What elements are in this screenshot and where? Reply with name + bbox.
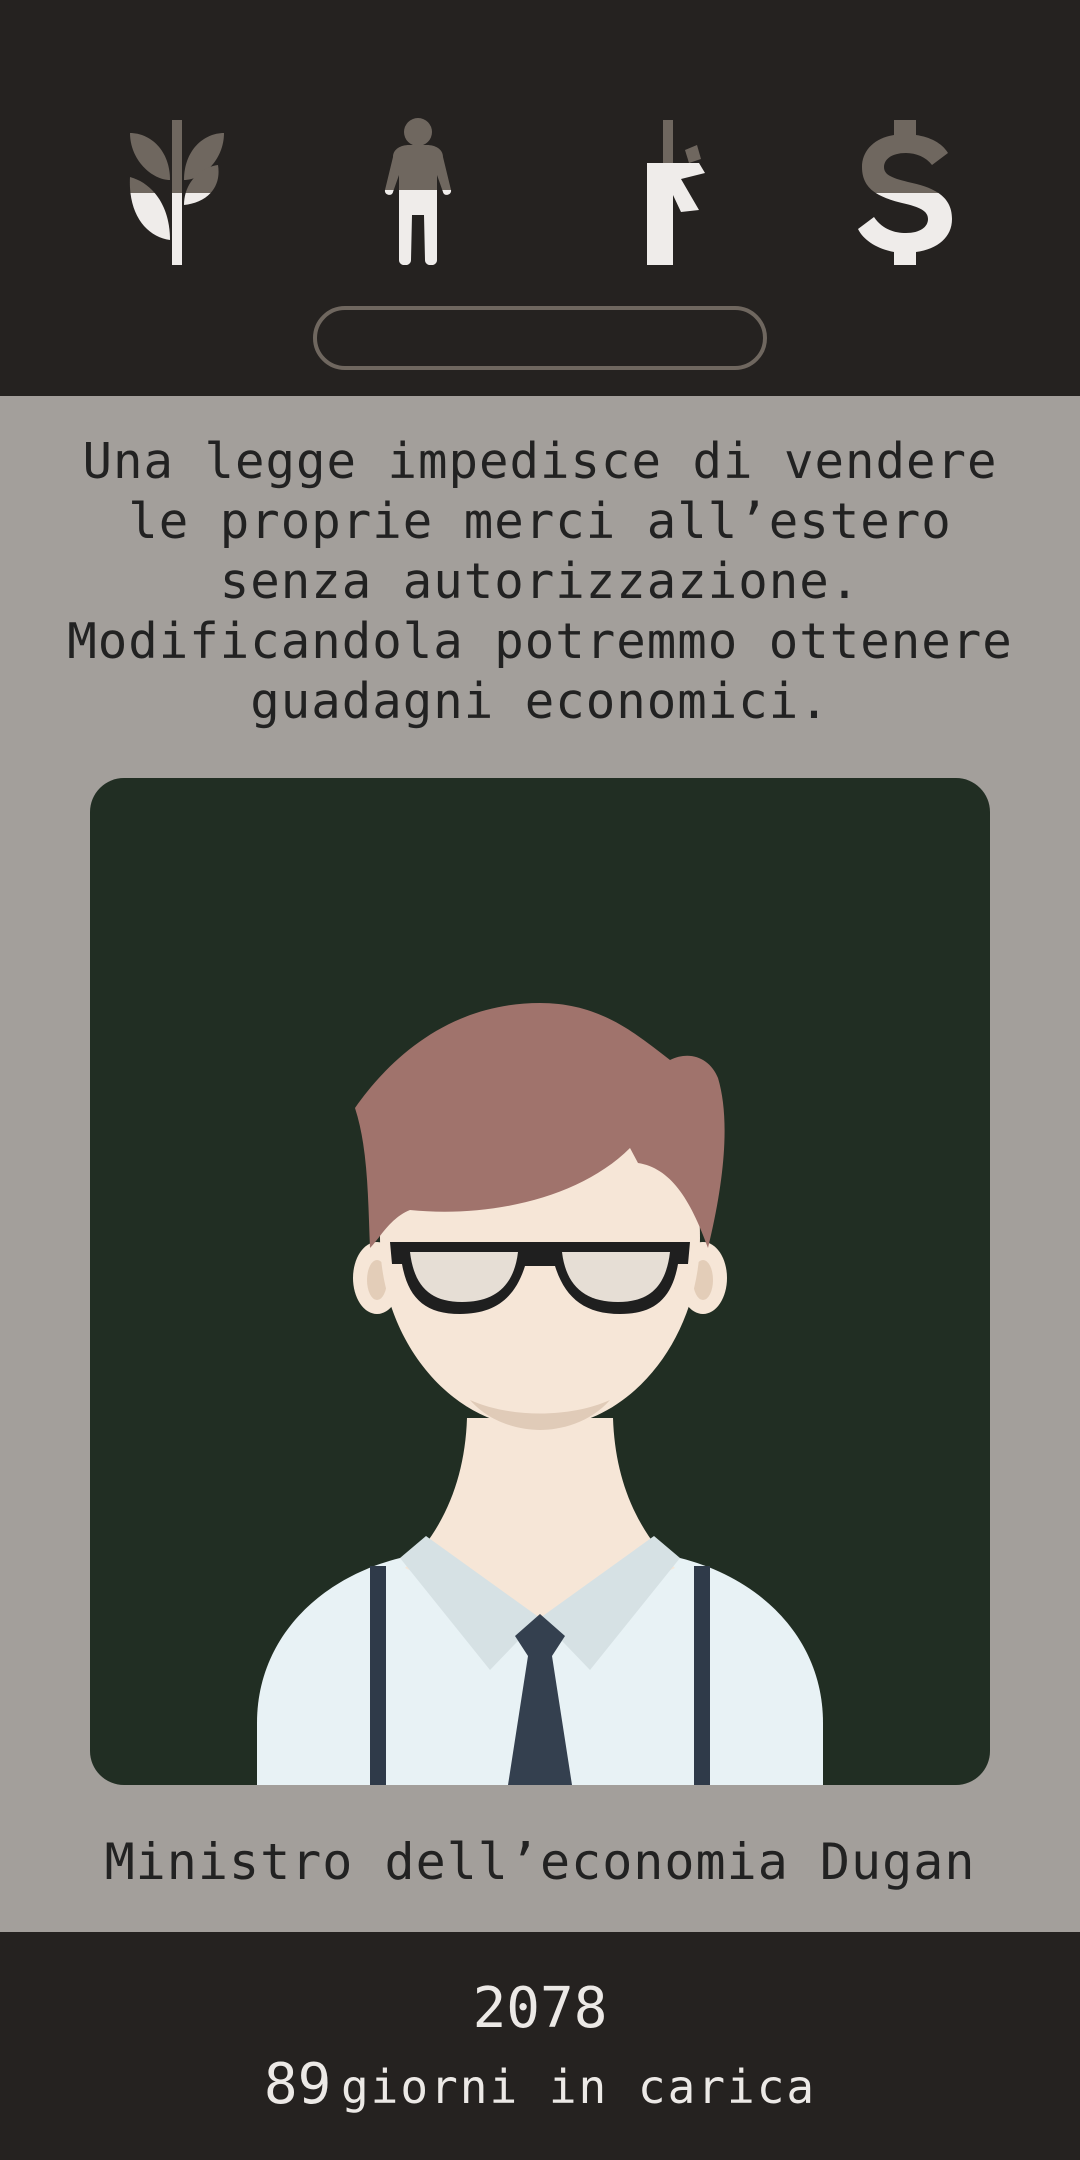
progress-pill — [313, 306, 767, 370]
money-icon — [850, 115, 960, 265]
days-in-office: 89 giorni in carica — [0, 2050, 1080, 2133]
character-card[interactable] — [90, 778, 990, 1785]
card-question: Una legge impedisce di vendere le propri… — [67, 433, 1013, 730]
character-portrait — [257, 1003, 823, 1785]
days-in-office-count: 89 — [263, 2052, 332, 2117]
reign-status-bar: 2078 89 giorni in carica — [0, 1932, 1080, 2160]
church-icon — [122, 115, 232, 265]
character-name: Ministro dell’economia Dugan — [104, 1833, 976, 1891]
current-year: 2078 — [472, 1976, 608, 2041]
days-in-office-label: giorni in carica — [340, 2060, 817, 2114]
card-area: Una legge impedisce di vendere le propri… — [0, 396, 1080, 1932]
stats-bar — [0, 0, 1080, 396]
military-icon — [615, 115, 725, 265]
people-icon — [363, 115, 473, 265]
